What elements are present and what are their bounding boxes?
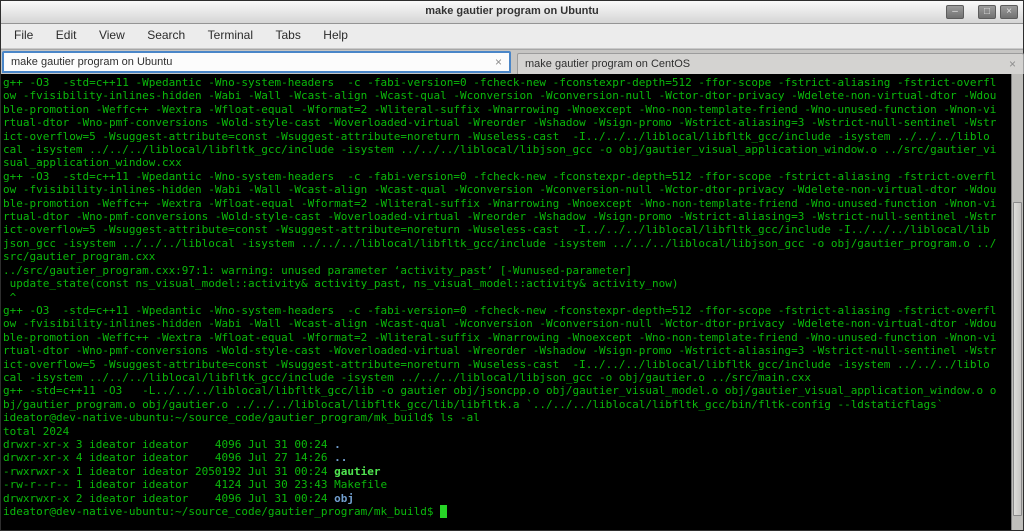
terminal-line: rtual-dtor -Wno-pmf-conversions -Wold-st… [3,344,997,358]
terminal-line: ble-promotion -Weffc++ -Wextra -Wfloat-e… [3,330,997,344]
terminal-line: bj/gautier_program.o obj/gautier.o ../..… [3,397,944,411]
terminal-line: rtual-dtor -Wno-pmf-conversions -Wold-st… [3,210,997,224]
terminal-window: make gautier program on Ubuntu – □ × Fil… [0,0,1024,531]
terminal-line: ideator@dev-native-ubuntu:~/source_code/… [3,411,480,425]
terminal-output: g++ -O3 -std=c++11 -Wpedantic -Wno-syste… [3,76,1009,530]
close-tab-icon[interactable]: × [1002,58,1023,70]
terminal-line: ow -fvisibility-inlines-hidden -Wabi -Wa… [3,183,997,197]
terminal-line: ict-overflow=5 -Wsuggest-attribute=const… [3,357,990,371]
terminal-line: ideator@dev-native-ubuntu:~/source_code/… [3,505,1009,518]
terminal-line: -rwxrwxr-x 1 ideator ideator 2050192 Jul… [3,464,381,478]
terminal-line: ../src/gautier_program.cxx:97:1: warning… [3,263,633,277]
terminal-line: ble-promotion -Weffc++ -Wextra -Wfloat-e… [3,102,997,116]
menu-item-edit[interactable]: Edit [47,24,86,47]
terminal-line: drwxr-xr-x 4 ideator ideator 4096 Jul 27… [3,451,348,465]
tab-centos[interactable]: make gautier program on CentOS × [517,53,1024,74]
menu-item-view[interactable]: View [90,24,134,47]
tab-label: make gautier program on CentOS [525,58,691,70]
terminal-line: rtual-dtor -Wno-pmf-conversions -Wold-st… [3,116,997,130]
terminal-line: update_state(const ns_visual_model::acti… [3,277,679,291]
tab-bar: make gautier program on Ubuntu × make ga… [1,49,1024,74]
terminal-line: -rw-r--r-- 1 ideator ideator 4124 Jul 30… [3,478,388,492]
terminal-line: g++ -O3 -std=c++11 -Wpedantic -Wno-syste… [3,76,997,89]
terminal-line: drwxrwxr-x 2 ideator ideator 4096 Jul 31… [3,491,355,505]
terminal-cursor [440,505,447,518]
close-icon: × [1006,6,1012,17]
menu-item-search[interactable]: Search [138,24,194,47]
terminal-line: ow -fvisibility-inlines-hidden -Wabi -Wa… [3,317,997,331]
terminal-dir-text: .. [334,451,348,465]
menu-item-help[interactable]: Help [314,24,357,47]
terminal-dir-text: . [334,437,341,451]
terminal-line: g++ -std=c++11 -O3 -L../../../liblocal/l… [3,384,997,398]
maximize-button[interactable]: □ [978,5,996,19]
terminal-line: ict-overflow=5 -Wsuggest-attribute=const… [3,223,990,237]
minimize-icon: – [952,6,958,17]
terminal-line: ble-promotion -Weffc++ -Wextra -Wfloat-e… [3,196,997,210]
tab-ubuntu[interactable]: make gautier program on Ubuntu × [2,51,511,73]
terminal-exec-text: gautier [334,464,381,478]
menu-item-tabs[interactable]: Tabs [266,24,309,47]
terminal-line: g++ -O3 -std=c++11 -Wpedantic -Wno-syste… [3,303,997,317]
terminal-line: cal -isystem ../../../liblocal/libfltk_g… [3,370,811,384]
terminal-line: drwxr-xr-x 3 ideator ideator 4096 Jul 31… [3,437,341,451]
menu-item-terminal[interactable]: Terminal [199,24,262,47]
tab-label: make gautier program on Ubuntu [11,56,173,68]
window-title: make gautier program on Ubuntu [425,5,599,17]
scrollbar[interactable] [1011,74,1023,530]
terminal-line: g++ -O3 -std=c++11 -Wpedantic -Wno-syste… [3,169,997,183]
menu-item-file[interactable]: File [5,24,42,47]
terminal-line: total 2024 [3,424,70,438]
terminal-line: sual_application_window.cxx [3,156,182,170]
terminal-dir-text: obj [334,491,355,505]
terminal-line: json_gcc -isystem ../../../liblocal -isy… [3,236,997,250]
terminal-area[interactable]: g++ -O3 -std=c++11 -Wpedantic -Wno-syste… [1,74,1023,530]
terminal-line: ict-overflow=5 -Wsuggest-attribute=const… [3,129,990,143]
minimize-button[interactable]: – [946,5,964,19]
terminal-line: cal -isystem ../../../liblocal/libfltk_g… [3,143,997,157]
menu-bar: File Edit View Search Terminal Tabs Help [1,24,1023,49]
close-button[interactable]: × [1000,5,1018,19]
scrollbar-thumb[interactable] [1013,202,1022,516]
terminal-line: ^ [3,290,17,304]
close-tab-icon[interactable]: × [488,56,509,68]
terminal-line: ow -fvisibility-inlines-hidden -Wabi -Wa… [3,89,997,103]
terminal-line: src/gautier_program.cxx [3,250,156,264]
title-bar: make gautier program on Ubuntu – □ × [1,1,1023,24]
maximize-icon: □ [983,6,991,17]
